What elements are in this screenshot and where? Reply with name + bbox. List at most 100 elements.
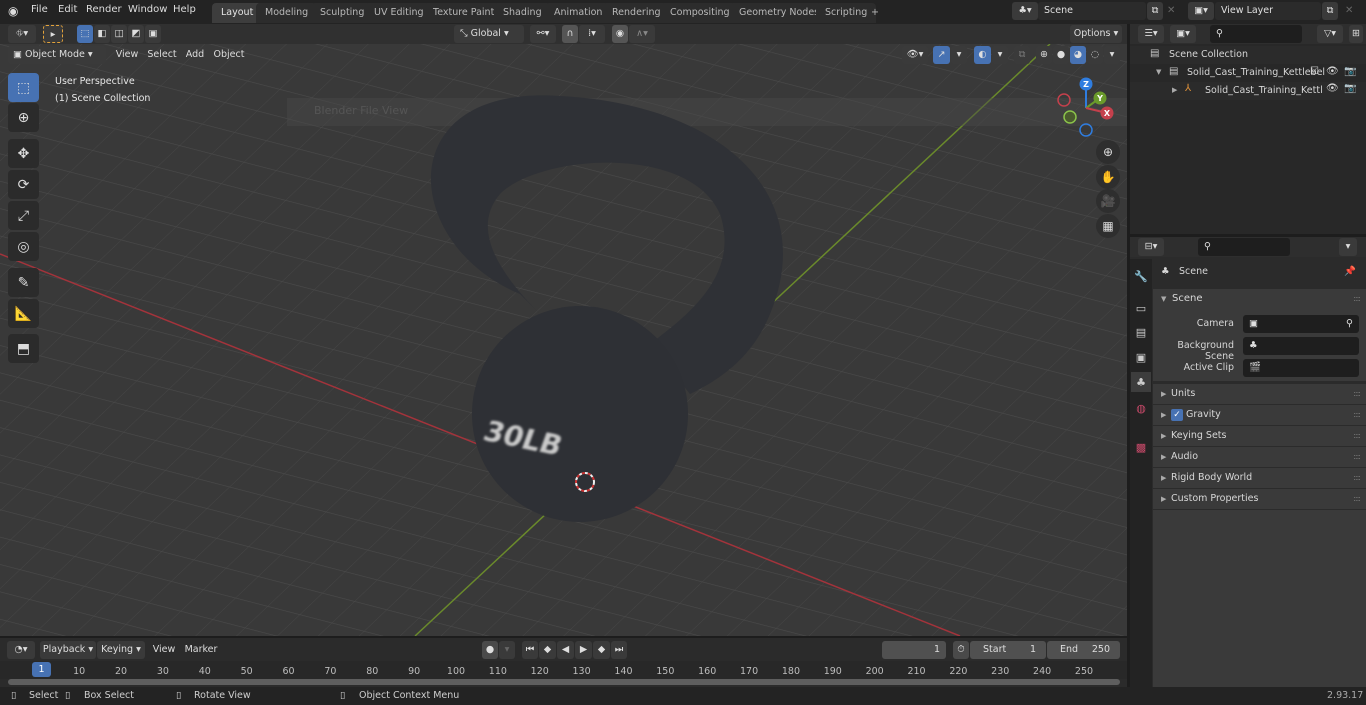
current-frame-field[interactable]: 1 bbox=[882, 641, 946, 659]
background-scene-field[interactable]: ♣ bbox=[1243, 337, 1359, 355]
outliner-search-input[interactable]: ⚲ bbox=[1210, 25, 1302, 43]
gizmo-dropdown-icon[interactable]: ▾ bbox=[951, 46, 967, 64]
snap-target-icon[interactable]: ⁞▾ bbox=[579, 25, 605, 43]
snap-toggle-icon[interactable]: ∩ bbox=[562, 25, 578, 43]
outliner-editor-type-icon[interactable]: ☰▾ bbox=[1138, 25, 1164, 43]
play-reverse-icon[interactable]: ◀ bbox=[557, 641, 574, 659]
editor-type-icon[interactable]: ⛗▾ bbox=[8, 25, 36, 43]
new-view-layer-icon[interactable]: ⧉ bbox=[1322, 2, 1338, 20]
proportional-edit-icon[interactable]: ◉ bbox=[612, 25, 628, 43]
view-layer-tab-icon[interactable]: ▣ bbox=[1131, 347, 1151, 367]
output-tab-icon[interactable]: ▤ bbox=[1131, 322, 1151, 342]
blender-logo-icon[interactable]: ◉ bbox=[8, 4, 18, 18]
scene-tab-icon[interactable]: ♣ bbox=[1131, 372, 1151, 392]
timeline-scrollbar[interactable] bbox=[8, 679, 1120, 685]
tool-add-cube-icon[interactable]: ⬒ bbox=[8, 334, 39, 363]
outliner-root[interactable]: Scene Collection bbox=[1169, 49, 1248, 60]
delete-scene-icon[interactable]: ✕ bbox=[1167, 5, 1175, 16]
tab-shading[interactable]: Shading bbox=[494, 3, 551, 23]
new-collection-icon[interactable]: ⊞ bbox=[1349, 25, 1363, 43]
drag-grip-icon[interactable]: :::: bbox=[1353, 489, 1361, 509]
visibility-eye-icon[interactable]: 👁 bbox=[1326, 66, 1339, 77]
select-invert-icon[interactable]: ◩ bbox=[128, 25, 144, 43]
prev-keyframe-icon[interactable]: ◆ bbox=[539, 641, 556, 659]
shading-dropdown-icon[interactable]: ▾ bbox=[1104, 46, 1120, 64]
jump-start-icon[interactable]: ⏮ bbox=[522, 641, 538, 659]
tab-geometry-nodes[interactable]: Geometry Nodes bbox=[730, 3, 829, 23]
scene-selector-icon[interactable]: ♣▾ bbox=[1012, 2, 1038, 20]
outliner-item[interactable]: Solid_Cast_Training_Kettlebel bbox=[1187, 67, 1325, 78]
pivot-dropdown-icon[interactable]: ⚯▾ bbox=[530, 25, 556, 43]
orientation-dropdown[interactable]: ⤡ Global ▾ bbox=[454, 25, 524, 43]
xray-toggle-icon[interactable]: ⧉ bbox=[1014, 46, 1030, 64]
render-camera-icon[interactable]: 📷 bbox=[1344, 66, 1356, 77]
tab-rendering[interactable]: Rendering bbox=[603, 3, 670, 23]
menu-help[interactable]: Help bbox=[173, 4, 196, 15]
visibility-dropdown-icon[interactable]: 👁▾ bbox=[902, 46, 928, 64]
drag-grip-icon[interactable]: :::: bbox=[1353, 405, 1361, 425]
panel-audio[interactable]: ▶ Audio:::: bbox=[1153, 447, 1366, 467]
tool-tab-icon[interactable]: 🔧 bbox=[1131, 266, 1151, 286]
auto-keying-icon[interactable]: ● bbox=[482, 641, 498, 659]
mode-dropdown[interactable]: ▣ Object Mode ▾ bbox=[8, 46, 106, 64]
world-tab-icon[interactable]: ◍ bbox=[1131, 398, 1151, 418]
3d-viewport[interactable]: Blender File View 30LB bbox=[0, 44, 1127, 636]
drag-grip-icon[interactable]: :::: bbox=[1353, 447, 1361, 467]
end-frame-field[interactable]: End 250 bbox=[1047, 641, 1120, 659]
tool-select-box-icon[interactable]: ⬚ bbox=[8, 73, 39, 102]
view-layer-field[interactable]: View Layer bbox=[1215, 2, 1321, 20]
preview-range-icon[interactable]: ⏱ bbox=[953, 641, 969, 659]
camera-field[interactable]: ▣ ⚲ bbox=[1243, 315, 1359, 333]
menu-file[interactable]: File bbox=[31, 4, 48, 15]
jump-end-icon[interactable]: ⏭ bbox=[611, 641, 627, 659]
drag-grip-icon[interactable]: :::: bbox=[1353, 289, 1361, 309]
tab-modeling[interactable]: Modeling bbox=[256, 3, 318, 23]
shading-wireframe-icon[interactable]: ⊕ bbox=[1036, 46, 1052, 64]
menu-render[interactable]: Render bbox=[86, 4, 122, 15]
playhead[interactable]: 1 bbox=[32, 662, 51, 677]
next-keyframe-icon[interactable]: ◆ bbox=[593, 641, 610, 659]
menu-view[interactable]: View bbox=[113, 46, 141, 64]
panel-rigid-body-world[interactable]: ▶ Rigid Body World:::: bbox=[1153, 468, 1366, 488]
drag-grip-icon[interactable]: :::: bbox=[1353, 384, 1361, 404]
shading-material-icon[interactable]: ◕ bbox=[1070, 46, 1086, 64]
properties-options-icon[interactable]: ▾ bbox=[1339, 238, 1357, 256]
pan-view-icon[interactable]: ✋ bbox=[1096, 165, 1120, 189]
menu-window[interactable]: Window bbox=[128, 4, 167, 15]
gizmo-toggle-icon[interactable]: ↗ bbox=[933, 46, 950, 64]
scene-name-field[interactable]: Scene bbox=[1038, 2, 1146, 20]
playback-dropdown[interactable]: Playback ▾ bbox=[40, 641, 96, 659]
drag-grip-icon[interactable]: :::: bbox=[1353, 468, 1361, 488]
properties-editor-type-icon[interactable]: ⊟▾ bbox=[1138, 238, 1164, 256]
menu-edit[interactable]: Edit bbox=[58, 4, 77, 15]
select-intersect-icon[interactable]: ▣ bbox=[145, 25, 161, 43]
expand-arrow-icon[interactable]: ▶ bbox=[1172, 86, 1177, 94]
select-subtract-icon[interactable]: ◫ bbox=[111, 25, 127, 43]
texture-tab-icon[interactable]: ▩ bbox=[1131, 437, 1151, 457]
select-extend-icon[interactable]: ◧ bbox=[94, 25, 110, 43]
render-camera-icon[interactable]: 📷 bbox=[1344, 83, 1356, 94]
active-clip-field[interactable]: 🎬 bbox=[1243, 359, 1359, 377]
shading-rendered-icon[interactable]: ◌ bbox=[1087, 46, 1103, 64]
filter-icon[interactable]: ▽▾ bbox=[1317, 25, 1343, 43]
auto-keying-dropdown-icon[interactable]: ▾ bbox=[499, 641, 515, 659]
navigation-gizmo[interactable]: Z Y X bbox=[1055, 75, 1120, 137]
tool-cursor-icon[interactable]: ⊕ bbox=[8, 103, 39, 132]
visibility-eye-icon[interactable]: 👁 bbox=[1326, 83, 1339, 94]
exclude-checkbox-icon[interactable]: ☑ bbox=[1310, 66, 1319, 77]
render-tab-icon[interactable]: ▭ bbox=[1131, 298, 1151, 318]
timeline-editor-type-icon[interactable]: ◔▾ bbox=[7, 641, 35, 659]
overlay-toggle-icon[interactable]: ◐ bbox=[974, 46, 991, 64]
display-mode-icon[interactable]: ▣▾ bbox=[1170, 25, 1196, 43]
tab-compositing[interactable]: Compositing bbox=[661, 3, 739, 23]
menu-timeline-view[interactable]: View bbox=[150, 641, 178, 659]
panel-keying-sets[interactable]: ▶ Keying Sets:::: bbox=[1153, 426, 1366, 446]
panel-gravity[interactable]: ▶ ✓ Gravity:::: bbox=[1153, 405, 1366, 425]
tab-uv-editing[interactable]: UV Editing bbox=[365, 3, 433, 23]
tool-measure-icon[interactable]: 📐 bbox=[8, 299, 39, 328]
menu-select[interactable]: Select bbox=[145, 46, 179, 64]
panel-custom-properties[interactable]: ▶ Custom Properties:::: bbox=[1153, 489, 1366, 509]
tool-annotate-icon[interactable]: ✎ bbox=[8, 268, 39, 297]
view-layer-selector-icon[interactable]: ▣▾ bbox=[1188, 2, 1214, 20]
start-frame-field[interactable]: Start 1 bbox=[970, 641, 1046, 659]
